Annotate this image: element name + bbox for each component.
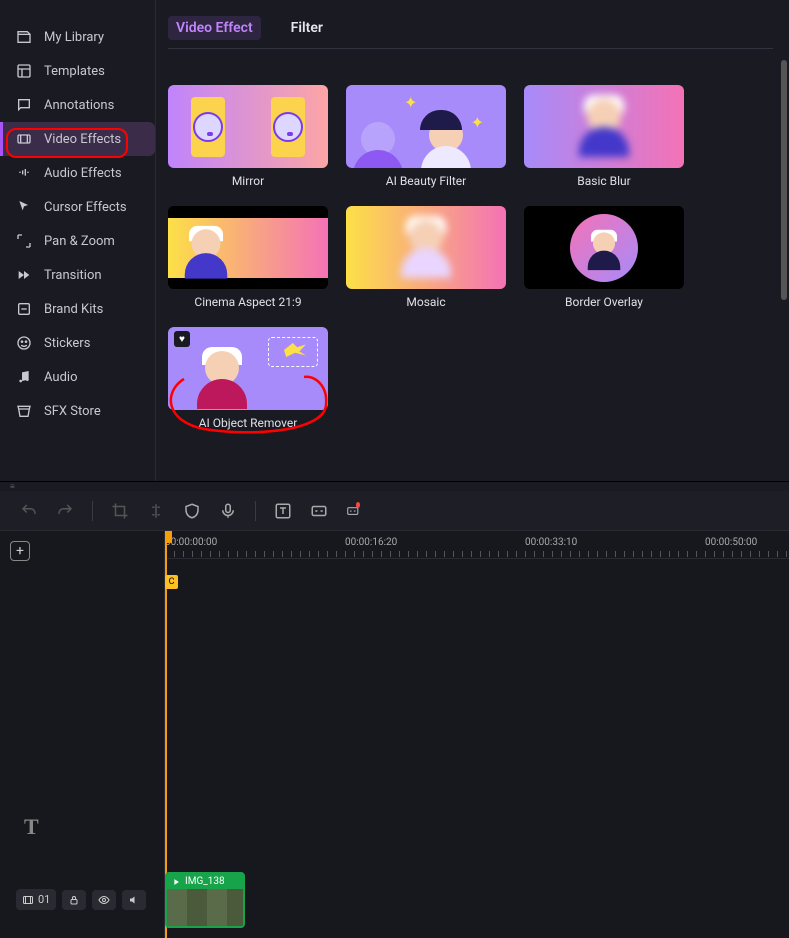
play-icon [171,877,181,887]
effects-panel: Video Effect Filter Green Screen AI Port… [155,0,789,481]
effect-thumb [346,206,506,289]
sfx-store-icon [16,403,32,419]
library-icon [16,29,32,45]
film-icon [22,894,34,906]
sidebar-item-transition[interactable]: Transition [0,258,155,292]
mic-button[interactable] [219,502,237,520]
sidebar-item-label: Cursor Effects [44,200,127,215]
timeline-tracks-area[interactable]: 00:00:00:00 00:00:16:20 00:00:33:10 00:0… [165,531,789,938]
sidebar-item-label: Annotations [44,98,114,113]
sidebar: My Library Templates Annotations Video E… [0,0,155,481]
stickers-icon [16,335,32,351]
sidebar-item-brand-kits[interactable]: Brand Kits [0,292,155,326]
pan-zoom-icon [16,233,32,249]
effect-label: Mirror [168,174,328,188]
timeline-track-header: + T 01 [0,531,165,938]
effect-border-overlay[interactable]: Border Overlay [524,206,684,309]
sidebar-item-audio-effects[interactable]: Audio Effects [0,156,155,190]
annotations-icon [16,97,32,113]
sidebar-item-label: Transition [44,268,102,283]
lock-icon [68,894,80,906]
text-track-icon[interactable]: T [24,814,39,840]
sidebar-item-label: SFX Store [44,404,101,419]
sidebar-item-label: Stickers [44,336,90,351]
effect-label: AI Beauty Filter [346,174,506,188]
effect-label: Border Overlay [524,295,684,309]
effect-ai-portrait[interactable]: AI Portrait [346,0,506,67]
undo-button[interactable] [20,502,38,520]
sidebar-item-stickers[interactable]: Stickers [0,326,155,360]
effect-thumb: ♥ [168,327,328,410]
lock-track-button[interactable] [62,890,86,910]
sidebar-item-my-library[interactable]: My Library [0,20,155,54]
effect-label: Basic Blur [524,174,684,188]
clip-name-label: IMG_138 [185,876,225,887]
add-track-button[interactable]: + [10,541,30,561]
sidebar-item-label: My Library [44,30,104,45]
redo-button[interactable] [56,502,74,520]
sidebar-item-pan-zoom[interactable]: Pan & Zoom [0,224,155,258]
clip-thumbnail [167,889,243,928]
clip-marker[interactable]: C [165,575,178,589]
templates-icon [16,63,32,79]
transition-icon [16,267,32,283]
sidebar-item-annotations[interactable]: Annotations [0,88,155,122]
sidebar-item-audio[interactable]: Audio [0,360,155,394]
effect-thumb [168,206,328,289]
effects-grid: Green Screen AI Portrait Blur Background… [168,67,773,430]
sidebar-item-label: Video Effects [44,132,121,147]
timeline-ruler[interactable]: 00:00:00:00 00:00:16:20 00:00:33:10 00:0… [165,531,789,559]
panel-resize-handle[interactable]: ≡ [0,481,789,491]
effect-thumb [524,85,684,168]
brand-kits-icon [16,301,32,317]
sidebar-item-label: Pan & Zoom [44,234,115,249]
timeline-toolbar [0,491,789,531]
effect-basic-blur[interactable]: Basic Blur [524,85,684,188]
effect-label: AI Object Remover [168,416,328,430]
effect-ai-object-remover[interactable]: ♥ AI Object Remover [168,327,328,430]
mute-track-button[interactable] [122,890,146,910]
sidebar-item-cursor-effects[interactable]: Cursor Effects [0,190,155,224]
video-effects-icon [16,131,32,147]
split-button[interactable] [147,502,165,520]
shield-button[interactable] [183,502,201,520]
track-count-chip[interactable]: 01 [16,889,56,910]
track-count-label: 01 [38,893,50,906]
effect-ai-beauty-filter[interactable]: ✦ ✦ AI Beauty Filter [346,85,506,188]
premium-badge-icon: ♥ [174,331,190,347]
sidebar-item-label: Brand Kits [44,302,103,317]
sidebar-item-templates[interactable]: Templates [0,54,155,88]
effect-cinema-aspect[interactable]: Cinema Aspect 21:9 [168,206,328,309]
effect-thumb [524,206,684,289]
record-caption-button[interactable] [346,502,364,520]
sidebar-item-label: Audio Effects [44,166,122,181]
record-indicator-icon [356,502,361,508]
sidebar-item-label: Templates [44,64,105,79]
sidebar-item-sfx-store[interactable]: SFX Store [0,394,155,428]
effect-mirror[interactable]: Mirror [168,85,328,188]
video-clip[interactable]: IMG_138 [165,872,245,928]
crop-button[interactable] [111,502,129,520]
effect-thumb: ✦ ✦ [346,85,506,168]
caption-button[interactable] [310,502,328,520]
timeline: + T 01 00:00:00:00 00:00:16:20 00:00:33:… [0,531,789,938]
effect-mosaic[interactable]: Mosaic [346,206,506,309]
audio-effects-icon [16,165,32,181]
eye-icon [98,894,110,906]
scrollbar[interactable] [781,60,787,300]
audio-icon [16,369,32,385]
speaker-icon [128,894,140,906]
separator [255,501,256,521]
sidebar-item-video-effects[interactable]: Video Effects [0,122,155,156]
sidebar-item-label: Audio [44,370,77,385]
effect-label: Cinema Aspect 21:9 [168,295,328,309]
text-button[interactable] [274,502,292,520]
visibility-track-button[interactable] [92,890,116,910]
cursor-effects-icon [16,199,32,215]
separator [92,501,93,521]
effect-label: Mosaic [346,295,506,309]
effect-blur-background[interactable]: Blur Background [524,0,684,67]
effect-thumb [168,85,328,168]
effect-green-screen[interactable]: Green Screen [168,0,328,67]
